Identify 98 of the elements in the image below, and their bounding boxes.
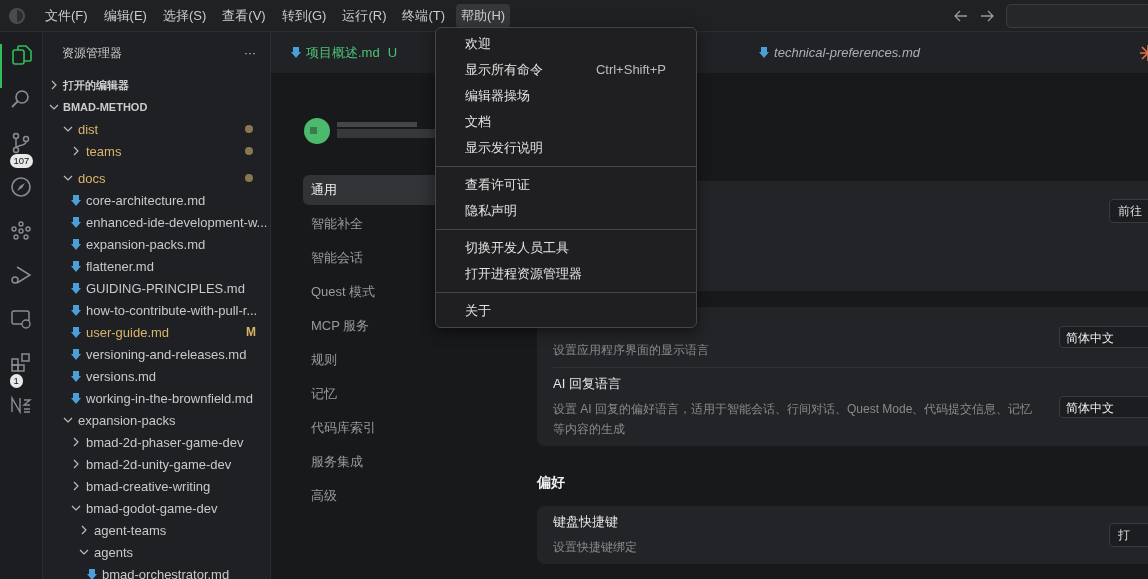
chevron-icon [71,458,81,469]
folder-name[interactable]: agent-teams [94,522,167,538]
menu-option[interactable]: 编辑器操场 [436,83,696,109]
menu-item[interactable]: 查看(V) [217,3,271,28]
menu-item[interactable]: 终端(T) [397,3,451,28]
file-name[interactable]: core-architecture.md [86,192,206,208]
chevron-icon [49,102,59,112]
file-name[interactable]: GUIDING-PRINCIPLES.md [86,280,245,296]
folder-name[interactable]: bmad-2d-unity-game-dev [86,456,232,472]
markdown-arrow-icon [71,282,81,294]
more-actions[interactable]: ··· [244,46,256,60]
extensions-icon[interactable] [10,352,32,374]
markdown-arrow-icon [71,348,81,360]
forward-arrow-icon[interactable] [980,9,994,22]
setting-title: AI 回复语言 [553,375,622,393]
menu-option[interactable]: 切换开发人员工具 [436,235,696,261]
section-header[interactable]: 打开的编辑器 [63,77,129,93]
panel-title: 资源管理器 [62,44,122,62]
app-logo-icon [8,6,26,25]
setting-description: 设置快捷键绑定 [553,539,637,556]
markdown-arrow-icon [71,194,81,206]
menu-option[interactable]: 打开进程资源管理器 [436,261,696,287]
editor-tab[interactable]: 项目概述.md U [271,32,410,73]
settings-nav-item[interactable]: 记忆 [303,379,537,413]
shortcut-text: Ctrl+Shift+P [595,61,666,79]
menu-option[interactable]: 显示所有命令 Ctrl+Shift+P [436,57,696,83]
menu-item[interactable]: 文件(F) [40,3,93,28]
markdown-arrow-icon [71,326,81,338]
file-name[interactable]: versioning-and-releases.md [86,346,247,362]
chevron-icon [79,524,89,535]
menu-option[interactable]: 文档 [436,109,696,135]
settings-nav-item[interactable]: 服务集成 [303,447,537,481]
file-name[interactable]: user-guide.md [86,324,170,340]
menu-item[interactable]: 转到(G) [276,3,332,28]
folder-name[interactable]: docs [78,170,106,186]
back-arrow-icon[interactable] [954,9,968,22]
nx-icon[interactable] [10,396,32,414]
markdown-arrow-icon [71,392,81,404]
folder-name[interactable]: agents [94,544,134,560]
menu-option[interactable]: 显示发行说明 [436,135,696,161]
menu-option[interactable]: 欢迎 [436,31,696,57]
markdown-arrow-icon [87,568,97,579]
file-name[interactable]: working-in-the-brownfield.md [86,390,253,406]
settings-nav-item[interactable]: 高级 [303,481,537,515]
count-badge: 107 [9,154,34,168]
markdown-arrow-icon [71,260,81,272]
chevron-icon [71,145,81,156]
folder-name[interactable]: expansion-packs [78,412,176,428]
markdown-arrow-icon [291,47,301,58]
search-field[interactable] [1006,3,1148,28]
status-letter: M [246,325,256,339]
settings-nav-item[interactable]: 代码库索引 [303,413,537,447]
file-name[interactable]: flattener.md [86,258,154,274]
markdown-arrow-icon [759,47,770,58]
menu-item[interactable]: 运行(R) [337,3,392,28]
setting-title: 键盘快捷键 [553,513,619,531]
chevron-icon [71,480,81,491]
settings-nav-item[interactable]: 规则 [303,345,537,379]
folder-name[interactable]: teams [86,143,122,159]
section-header[interactable]: BMAD-METHOD [63,101,148,113]
folder-name[interactable]: bmad-2d-phaser-game-dev [86,434,244,450]
action-button[interactable]: 打 [1109,523,1148,547]
file-name[interactable]: expansion-packs.md [86,236,206,252]
menu-item[interactable]: 选择(S) [157,3,212,28]
run-debug-icon[interactable] [10,264,32,286]
language-dropdown[interactable]: 简体中文 [1059,396,1148,418]
markdown-arrow-icon [71,370,81,382]
nodes-icon[interactable] [10,220,32,242]
search-icon[interactable] [10,88,32,110]
setting-description: 设置应用程序界面的显示语言 [553,342,709,359]
folder-name[interactable]: dist [78,121,99,137]
markdown-arrow-icon [71,304,81,316]
language-dropdown[interactable]: 简体中文 [1059,326,1148,348]
section-heading: 偏好 [537,474,566,492]
monitor-icon[interactable] [10,308,32,330]
menu-item[interactable]: 帮助(H) [456,3,511,28]
menu-item[interactable]: 编辑(E) [98,3,152,28]
avatar-icon [303,116,331,146]
file-name[interactable]: enhanced-ide-development-w... [86,214,268,230]
file-name[interactable]: how-to-contribute-with-pull-r... [86,302,258,318]
setting-description: 设置 AI 回复的偏好语言，适用于智能会话、行间对话、Quest Mode、代码提交信息、记忆等内容的生成 [553,401,1034,438]
file-name[interactable]: versions.md [86,368,157,384]
editor-tab[interactable]: technical-preferences.md [739,32,933,73]
git-status-letter: U [387,45,398,60]
compass-icon[interactable] [10,176,32,198]
chevron-icon [71,436,81,447]
chevron-icon [49,80,59,90]
count-badge: 1 [9,374,23,388]
markdown-arrow-icon [71,216,81,228]
sparkle-icon[interactable] [1139,43,1148,62]
files-icon[interactable] [11,44,33,66]
action-button[interactable]: 前往 [1109,199,1148,223]
branch-icon[interactable] [10,132,32,154]
menu-option[interactable]: 关于 [436,298,696,324]
markdown-arrow-icon [71,238,81,250]
folder-name[interactable]: bmad-creative-writing [86,478,211,494]
file-name[interactable]: bmad-orchestrator.md [102,566,230,579]
folder-name[interactable]: bmad-godot-game-dev [86,500,218,516]
